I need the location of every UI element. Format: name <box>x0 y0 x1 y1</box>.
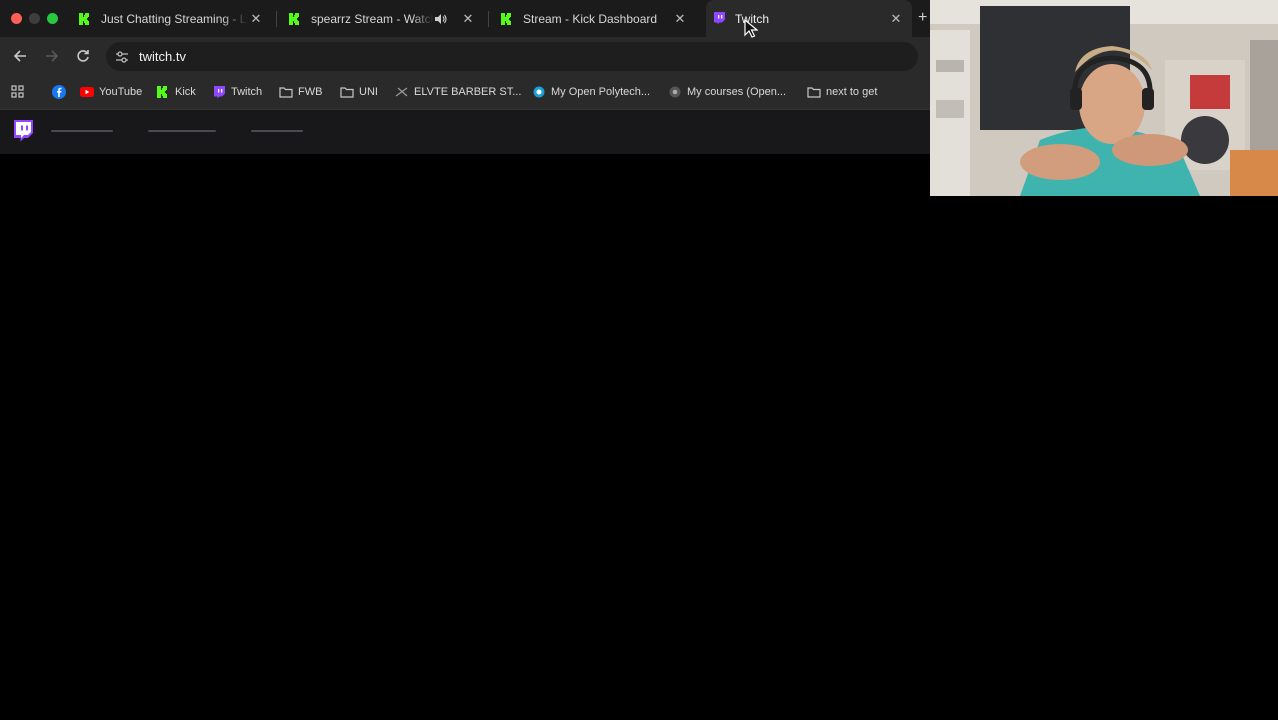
folder-icon <box>279 85 293 99</box>
site-settings-icon[interactable] <box>115 50 129 64</box>
bookmark-open-polytech[interactable]: My Open Polytech... <box>532 85 650 99</box>
bookmark-facebook[interactable] <box>52 85 71 99</box>
nav-skeleton-placeholder <box>51 130 113 132</box>
reload-icon[interactable] <box>74 47 92 65</box>
window-close-button[interactable] <box>11 13 22 24</box>
webcam-overlay <box>930 0 1278 196</box>
bookmark-label: My Open Polytech... <box>551 86 651 98</box>
bookmark-kick[interactable]: Kick <box>156 85 196 99</box>
tab-title: spearrz Stream - Watch Live <box>311 11 434 26</box>
address-bar[interactable]: twitch.tv <box>106 42 918 71</box>
kick-icon <box>500 12 514 26</box>
kick-icon <box>78 12 92 26</box>
kick-icon <box>156 85 170 99</box>
nav-skeleton-placeholder <box>148 130 216 132</box>
browser-window: Just Chatting Streaming - Live ✕ spearrz… <box>0 0 930 110</box>
folder-icon <box>340 85 354 99</box>
youtube-icon <box>80 85 94 99</box>
tab-separator <box>488 11 489 27</box>
speaker-icon[interactable] <box>434 13 448 25</box>
close-tab-icon[interactable]: ✕ <box>460 11 476 27</box>
close-tab-icon[interactable]: ✕ <box>248 11 264 27</box>
twitch-icon <box>712 12 726 26</box>
tab-just-chatting[interactable]: Just Chatting Streaming - Live ✕ <box>72 0 272 37</box>
bookmarks-bar: YouTube Kick Twitch FWB UNI ELVTE BARBER… <box>0 76 930 110</box>
bookmark-folder-next-to-get[interactable]: next to get <box>807 85 877 99</box>
tab-separator <box>276 11 277 27</box>
bookmark-label: FWB <box>298 86 323 98</box>
forward-arrow-icon[interactable] <box>43 47 61 65</box>
bookmark-twitch[interactable]: Twitch <box>212 85 262 99</box>
scissors-icon <box>395 85 409 99</box>
polytech-icon <box>532 85 546 99</box>
tab-strip: Just Chatting Streaming - Live ✕ spearrz… <box>0 0 930 37</box>
window-zoom-button[interactable] <box>47 13 58 24</box>
bookmark-label: Twitch <box>231 86 263 98</box>
window-minimize-button[interactable] <box>29 13 40 24</box>
tab-title: Stream - Kick Dashboard <box>523 11 658 26</box>
webcam-feed-image <box>930 0 1278 196</box>
address-text[interactable]: twitch.tv <box>139 49 186 64</box>
twitch-icon <box>212 85 226 99</box>
tab-title: Just Chatting Streaming - Live <box>101 11 248 26</box>
bookmark-folder-fwb[interactable]: FWB <box>279 85 322 99</box>
mouse-cursor-icon <box>744 19 758 38</box>
tab-twitch[interactable]: Twitch ✕ <box>706 0 912 37</box>
kick-icon <box>288 12 302 26</box>
folder-icon <box>807 85 821 99</box>
bookmark-elvte-barber[interactable]: ELVTE BARBER ST... <box>395 85 521 99</box>
twitch-top-nav <box>0 110 930 154</box>
moodle-icon <box>668 85 682 99</box>
nav-skeleton-placeholder <box>251 130 303 132</box>
bookmark-label: Kick <box>175 86 196 98</box>
tab-spearrz-stream[interactable]: spearrz Stream - Watch Live ✕ <box>282 0 484 37</box>
bookmark-my-courses[interactable]: My courses (Open... <box>668 85 786 99</box>
bookmark-label: My courses (Open... <box>687 86 787 98</box>
bookmark-folder-uni[interactable]: UNI <box>340 85 378 99</box>
bookmark-label: YouTube <box>99 86 143 98</box>
close-tab-icon[interactable]: ✕ <box>888 11 904 27</box>
bookmark-label: UNI <box>359 86 378 98</box>
apps-grid-icon[interactable] <box>11 85 24 98</box>
bookmark-youtube[interactable]: YouTube <box>80 85 142 99</box>
tab-kick-dashboard[interactable]: Stream - Kick Dashboard ✕ <box>494 0 696 37</box>
twitch-logo-icon[interactable] <box>12 120 33 149</box>
toolbar: twitch.tv <box>0 37 930 76</box>
bookmark-label: next to get <box>826 86 878 98</box>
bookmark-label: ELVTE BARBER ST... <box>414 86 522 98</box>
close-tab-icon[interactable]: ✕ <box>672 11 688 27</box>
facebook-icon <box>52 85 66 99</box>
back-arrow-icon[interactable] <box>11 47 29 65</box>
new-tab-button[interactable]: + <box>918 9 927 27</box>
